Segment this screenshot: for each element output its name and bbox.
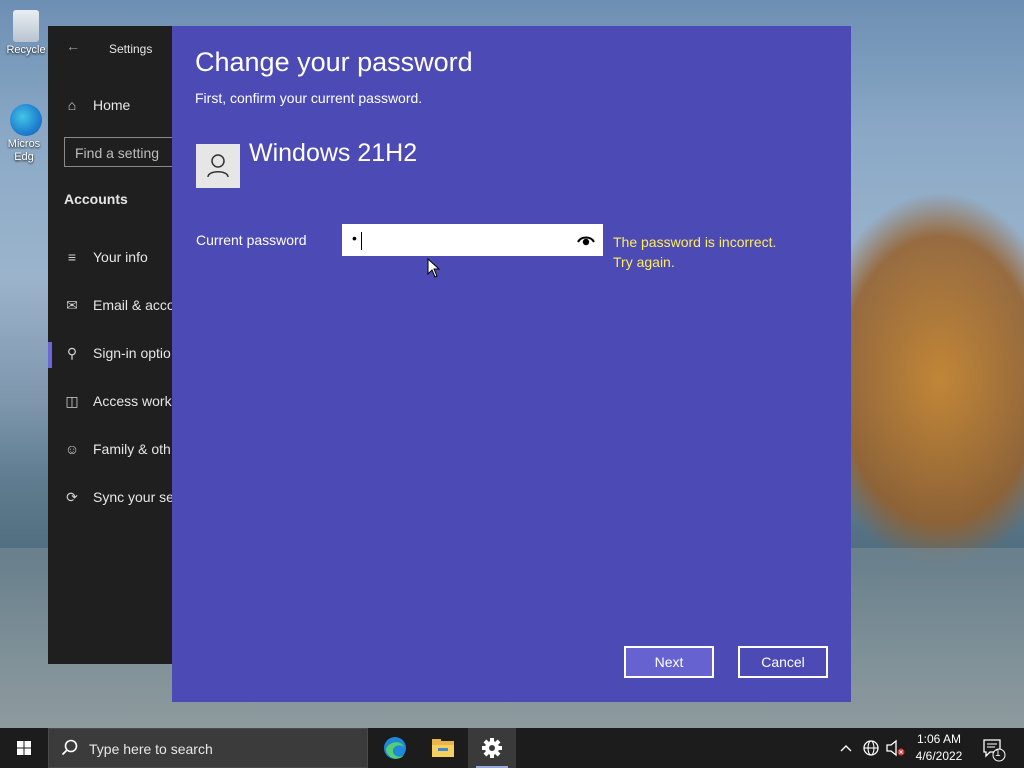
speaker-muted-icon <box>886 739 905 757</box>
nav-item-label: Family & oth <box>93 441 171 457</box>
taskbar-search-placeholder: Type here to search <box>89 741 213 757</box>
taskbar: Type here to search 1:06 AM 4/6/2022 1 <box>0 728 1024 768</box>
chevron-up-icon <box>840 745 852 752</box>
change-password-dialog: Change your password First, confirm your… <box>172 26 851 702</box>
nav-item-label: Access work <box>93 393 172 409</box>
person-add-icon: ☺ <box>64 441 80 457</box>
reveal-password-eye-icon[interactable] <box>577 233 595 249</box>
window-title: Settings <box>109 42 153 56</box>
user-avatar-icon <box>196 144 240 188</box>
key-icon: ⚲ <box>66 345 78 361</box>
mouse-pointer-icon <box>427 258 441 278</box>
search-icon <box>61 739 78 756</box>
person-card-icon: ≡ <box>67 249 77 265</box>
nav-item-access-work[interactable]: ◫ Access work <box>63 393 172 410</box>
nav-item-your-info[interactable]: ≡ Your info <box>63 249 148 265</box>
desktop-icon-recycle-bin[interactable]: Recycle <box>4 10 48 56</box>
back-arrow-icon[interactable]: ← <box>66 38 80 54</box>
sync-icon: ⟳ <box>66 489 78 505</box>
find-setting-placeholder: Find a setting <box>75 145 160 161</box>
nav-item-family[interactable]: ☺ Family & oth <box>63 441 171 457</box>
section-heading: Accounts <box>64 191 128 207</box>
start-button[interactable] <box>0 728 48 768</box>
recycle-bin-icon <box>13 10 39 42</box>
mail-icon: ✉ <box>66 297 78 313</box>
password-label: Current password <box>196 232 307 248</box>
nav-item-email[interactable]: ✉ Email & acco <box>63 297 175 314</box>
desktop-icon-label: Recycle <box>6 44 46 56</box>
edge-icon <box>384 737 406 759</box>
selection-indicator <box>48 342 52 368</box>
windows-logo-icon <box>17 741 31 755</box>
nav-home-label: Home <box>93 97 131 113</box>
password-error-message: The password is incorrect. Try again. <box>613 232 776 272</box>
nav-item-label: Sync your se <box>93 489 174 505</box>
globe-network-icon <box>863 740 879 756</box>
notification-count: 1 <box>995 748 1001 759</box>
next-button[interactable]: Next <box>624 646 714 678</box>
volume-status[interactable] <box>884 728 908 768</box>
edge-icon <box>10 104 42 136</box>
nav-item-sign-in[interactable]: ⚲ Sign-in optio <box>63 345 171 362</box>
settings-gear-icon <box>482 738 502 758</box>
taskbar-app-file-explorer[interactable] <box>419 728 467 768</box>
notification-icon <box>983 739 1006 762</box>
taskbar-app-edge[interactable] <box>371 728 419 768</box>
cancel-button[interactable]: Cancel <box>738 646 828 678</box>
nav-item-sync[interactable]: ⟳ Sync your se <box>63 489 174 506</box>
text-caret <box>361 232 362 250</box>
clock-date: 4/6/2022 <box>915 749 963 763</box>
action-center-button[interactable]: 1 <box>980 728 1006 768</box>
settings-window: ← Settings ⌂ Home Find a setting Accounts… <box>48 26 184 664</box>
current-password-input[interactable]: • <box>342 224 603 256</box>
nav-item-label: Your info <box>93 249 148 265</box>
desktop-icon-label: Micros Edg <box>7 138 41 163</box>
error-line-2: Try again. <box>613 254 675 270</box>
password-mask: • <box>352 230 357 246</box>
system-clock[interactable]: 1:06 AM 4/6/2022 <box>912 731 966 765</box>
dialog-subtitle: First, confirm your current password. <box>195 90 423 106</box>
clock-time: 1:06 AM <box>916 732 962 746</box>
nav-home[interactable]: ⌂ Home <box>63 97 131 113</box>
taskbar-search-box[interactable]: Type here to search <box>48 728 368 768</box>
error-line-1: The password is incorrect. <box>613 234 777 250</box>
briefcase-icon: ◫ <box>65 393 79 409</box>
taskbar-app-settings[interactable] <box>468 728 516 768</box>
file-explorer-icon <box>432 739 454 757</box>
show-hidden-icons-button[interactable] <box>838 728 854 768</box>
nav-item-label: Email & acco <box>93 297 175 313</box>
find-setting-input[interactable]: Find a setting <box>64 137 184 167</box>
user-name: Windows 21H2 <box>249 139 418 167</box>
dialog-title: Change your password <box>195 47 473 77</box>
desktop-icon-edge[interactable]: Micros Edg <box>4 104 48 164</box>
network-status[interactable] <box>861 728 881 768</box>
nav-item-label: Sign-in optio <box>93 345 171 361</box>
home-icon: ⌂ <box>67 97 77 113</box>
